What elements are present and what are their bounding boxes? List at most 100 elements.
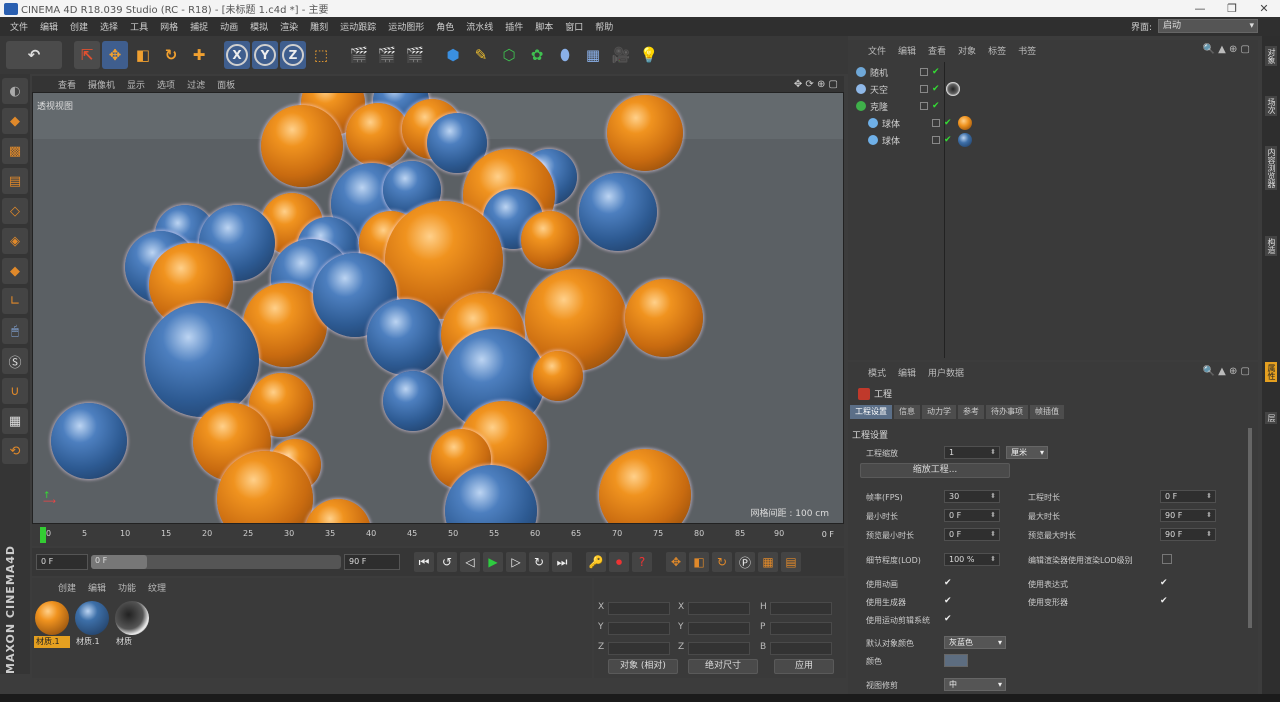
floor-icon[interactable]: ▦ xyxy=(580,41,606,69)
attribute-nav-icons[interactable]: 🔍 ▲ ⊕ ▢ xyxy=(1202,366,1250,377)
perspective-viewport[interactable]: 透视视图 ↑ ⟶ 网格间距 : 100 cm xyxy=(32,92,844,524)
menu-file[interactable]: 文件 xyxy=(4,20,34,33)
material-tag-icon[interactable] xyxy=(957,116,972,130)
visibility-toggle[interactable] xyxy=(920,85,928,93)
key-pla-icon[interactable]: ▦ xyxy=(758,552,778,572)
object-search-icon[interactable]: 🔍 ▲ ⊕ ▢ xyxy=(1202,44,1250,55)
axis-mode-icon[interactable]: ∟ xyxy=(2,288,28,314)
cloner-icon[interactable]: ✿ xyxy=(524,41,550,69)
tab-info[interactable]: 信息 xyxy=(894,405,920,419)
tab-dynamics[interactable]: 动力学 xyxy=(922,405,956,419)
close-icon[interactable]: ✕ xyxy=(1248,2,1280,15)
project-time-field[interactable]: 0 F xyxy=(1160,490,1216,503)
rotate-tool-icon[interactable]: ↻ xyxy=(158,41,184,69)
scheme-icon[interactable]: ▤ xyxy=(781,552,801,572)
default-color-dropdown[interactable]: 灰蓝色 xyxy=(944,636,1006,649)
frame-range-slider[interactable]: 0 F xyxy=(91,555,341,569)
menu-mesh[interactable]: 网格 xyxy=(154,20,184,33)
fps-field[interactable]: 30 xyxy=(944,490,1000,503)
layout-dropdown[interactable]: 启动 xyxy=(1158,19,1258,33)
size-y-field[interactable] xyxy=(688,622,750,635)
object-row-sphere[interactable]: 球体 ✔ xyxy=(868,132,1268,148)
menu-character[interactable]: 角色 xyxy=(430,20,460,33)
material-menu-texture[interactable]: 纹理 xyxy=(142,581,172,594)
subdivision-icon[interactable]: ⬡ xyxy=(496,41,522,69)
x-axis-lock-icon[interactable]: X xyxy=(224,41,250,69)
deformer-icon[interactable]: ⬮ xyxy=(552,41,578,69)
rotation-p-field[interactable] xyxy=(770,622,832,635)
side-tab-layers[interactable]: 层 xyxy=(1265,412,1277,424)
viewport-menu-view[interactable]: 查看 xyxy=(52,78,82,91)
min-time-field[interactable]: 0 F xyxy=(944,509,1000,522)
material-menu-function[interactable]: 功能 xyxy=(112,581,142,594)
menu-tools[interactable]: 工具 xyxy=(124,20,154,33)
coord-mode-dropdown[interactable]: 对象 (相对) xyxy=(608,659,678,674)
rotation-h-field[interactable] xyxy=(770,602,832,615)
menu-edit[interactable]: 编辑 xyxy=(34,20,64,33)
next-key-icon[interactable]: ↻ xyxy=(529,552,549,572)
render-lod-checkbox[interactable] xyxy=(1162,554,1172,564)
goto-end-icon[interactable]: ⏭ xyxy=(552,552,572,572)
model-mode-icon[interactable]: ◆ xyxy=(2,108,28,134)
prev-frame-icon[interactable]: ◁ xyxy=(460,552,480,572)
object-row-random[interactable]: 随机 ✔ xyxy=(856,64,1256,80)
viewport-menu-panel[interactable]: 面板 xyxy=(211,78,241,91)
material-swatch-glass[interactable]: 材质 xyxy=(114,600,150,648)
material-menu-edit[interactable]: 编辑 xyxy=(82,581,112,594)
tab-interpolation[interactable]: 帧插值 xyxy=(1030,405,1064,419)
apply-button[interactable]: 应用 xyxy=(774,659,834,674)
y-axis-lock-icon[interactable]: Y xyxy=(252,41,278,69)
use-deformers-checkbox[interactable]: ✔ xyxy=(1160,596,1170,606)
menu-sculpt[interactable]: 雕刻 xyxy=(304,20,334,33)
pen-icon[interactable]: ✎ xyxy=(468,41,494,69)
tab-reference[interactable]: 参考 xyxy=(958,405,984,419)
viewport-nav-icons[interactable]: ✥ ⟳ ⊕ ▢ xyxy=(794,79,838,90)
key-param-icon[interactable]: Ⓟ xyxy=(735,552,755,572)
color-swatch[interactable] xyxy=(944,654,968,667)
material-tag-icon[interactable] xyxy=(957,133,972,147)
side-tab-attributes[interactable]: 属性 xyxy=(1265,362,1277,382)
tweak-mode-icon[interactable]: 🖱 xyxy=(2,318,28,344)
lock-workplane-icon[interactable]: ▦ xyxy=(2,408,28,434)
snap-icon[interactable]: Ⓢ xyxy=(2,348,28,374)
view-clip-dropdown[interactable]: 中 xyxy=(944,678,1006,691)
viewport-menu-filter[interactable]: 过滤 xyxy=(181,78,211,91)
attribute-scrollbar[interactable] xyxy=(1248,428,1252,628)
start-frame-field[interactable]: 0 F xyxy=(36,554,88,570)
record-keys-icon[interactable]: 🔑 xyxy=(586,552,606,572)
select-tool-icon[interactable]: ⇱ xyxy=(74,41,100,69)
enable-check-icon[interactable]: ✔ xyxy=(932,67,940,77)
viewport-menu-camera[interactable]: 摄像机 xyxy=(82,78,121,91)
menu-window[interactable]: 窗口 xyxy=(559,20,589,33)
visibility-toggle[interactable] xyxy=(932,119,940,127)
object-menu-tags[interactable]: 标签 xyxy=(982,44,1012,57)
preview-min-field[interactable]: 0 F xyxy=(944,528,1000,541)
side-tab-structure[interactable]: 构造 xyxy=(1265,236,1277,256)
side-tab-content-browser[interactable]: 内容浏览器 xyxy=(1265,146,1277,190)
object-menu-view[interactable]: 查看 xyxy=(922,44,952,57)
render-view-icon[interactable]: 🎬 xyxy=(346,41,372,69)
light-icon[interactable]: 💡 xyxy=(636,41,662,69)
magnet-icon[interactable]: ∪ xyxy=(2,378,28,404)
object-row-sky[interactable]: 天空 ✔ xyxy=(856,81,1256,97)
prev-key-icon[interactable]: ↺ xyxy=(437,552,457,572)
project-scale-field[interactable]: 1 xyxy=(944,446,1000,459)
menu-snap[interactable]: 捕捉 xyxy=(184,20,214,33)
viewport-menu-options[interactable]: 选项 xyxy=(151,78,181,91)
camera-icon[interactable]: 🎥 xyxy=(608,41,634,69)
object-row-sphere[interactable]: 球体 ✔ xyxy=(868,115,1268,131)
undo-icon[interactable]: ↶ xyxy=(6,41,62,69)
recent-tool-icon[interactable]: ✚ xyxy=(186,41,212,69)
menu-plugins[interactable]: 插件 xyxy=(499,20,529,33)
menu-mograph[interactable]: 运动图形 xyxy=(382,20,430,33)
rotation-b-field[interactable] xyxy=(770,642,832,655)
material-swatch-orange[interactable]: 材质.1 xyxy=(34,600,70,648)
minimize-icon[interactable]: — xyxy=(1184,2,1216,15)
key-scale-icon[interactable]: ◧ xyxy=(689,552,709,572)
menu-create[interactable]: 创建 xyxy=(64,20,94,33)
points-mode-icon[interactable]: ◇ xyxy=(2,198,28,224)
menu-motion-tracking[interactable]: 运动跟踪 xyxy=(334,20,382,33)
object-menu-bookmarks[interactable]: 书签 xyxy=(1012,44,1042,57)
menu-help[interactable]: 帮助 xyxy=(589,20,619,33)
scale-tool-icon[interactable]: ◧ xyxy=(130,41,156,69)
